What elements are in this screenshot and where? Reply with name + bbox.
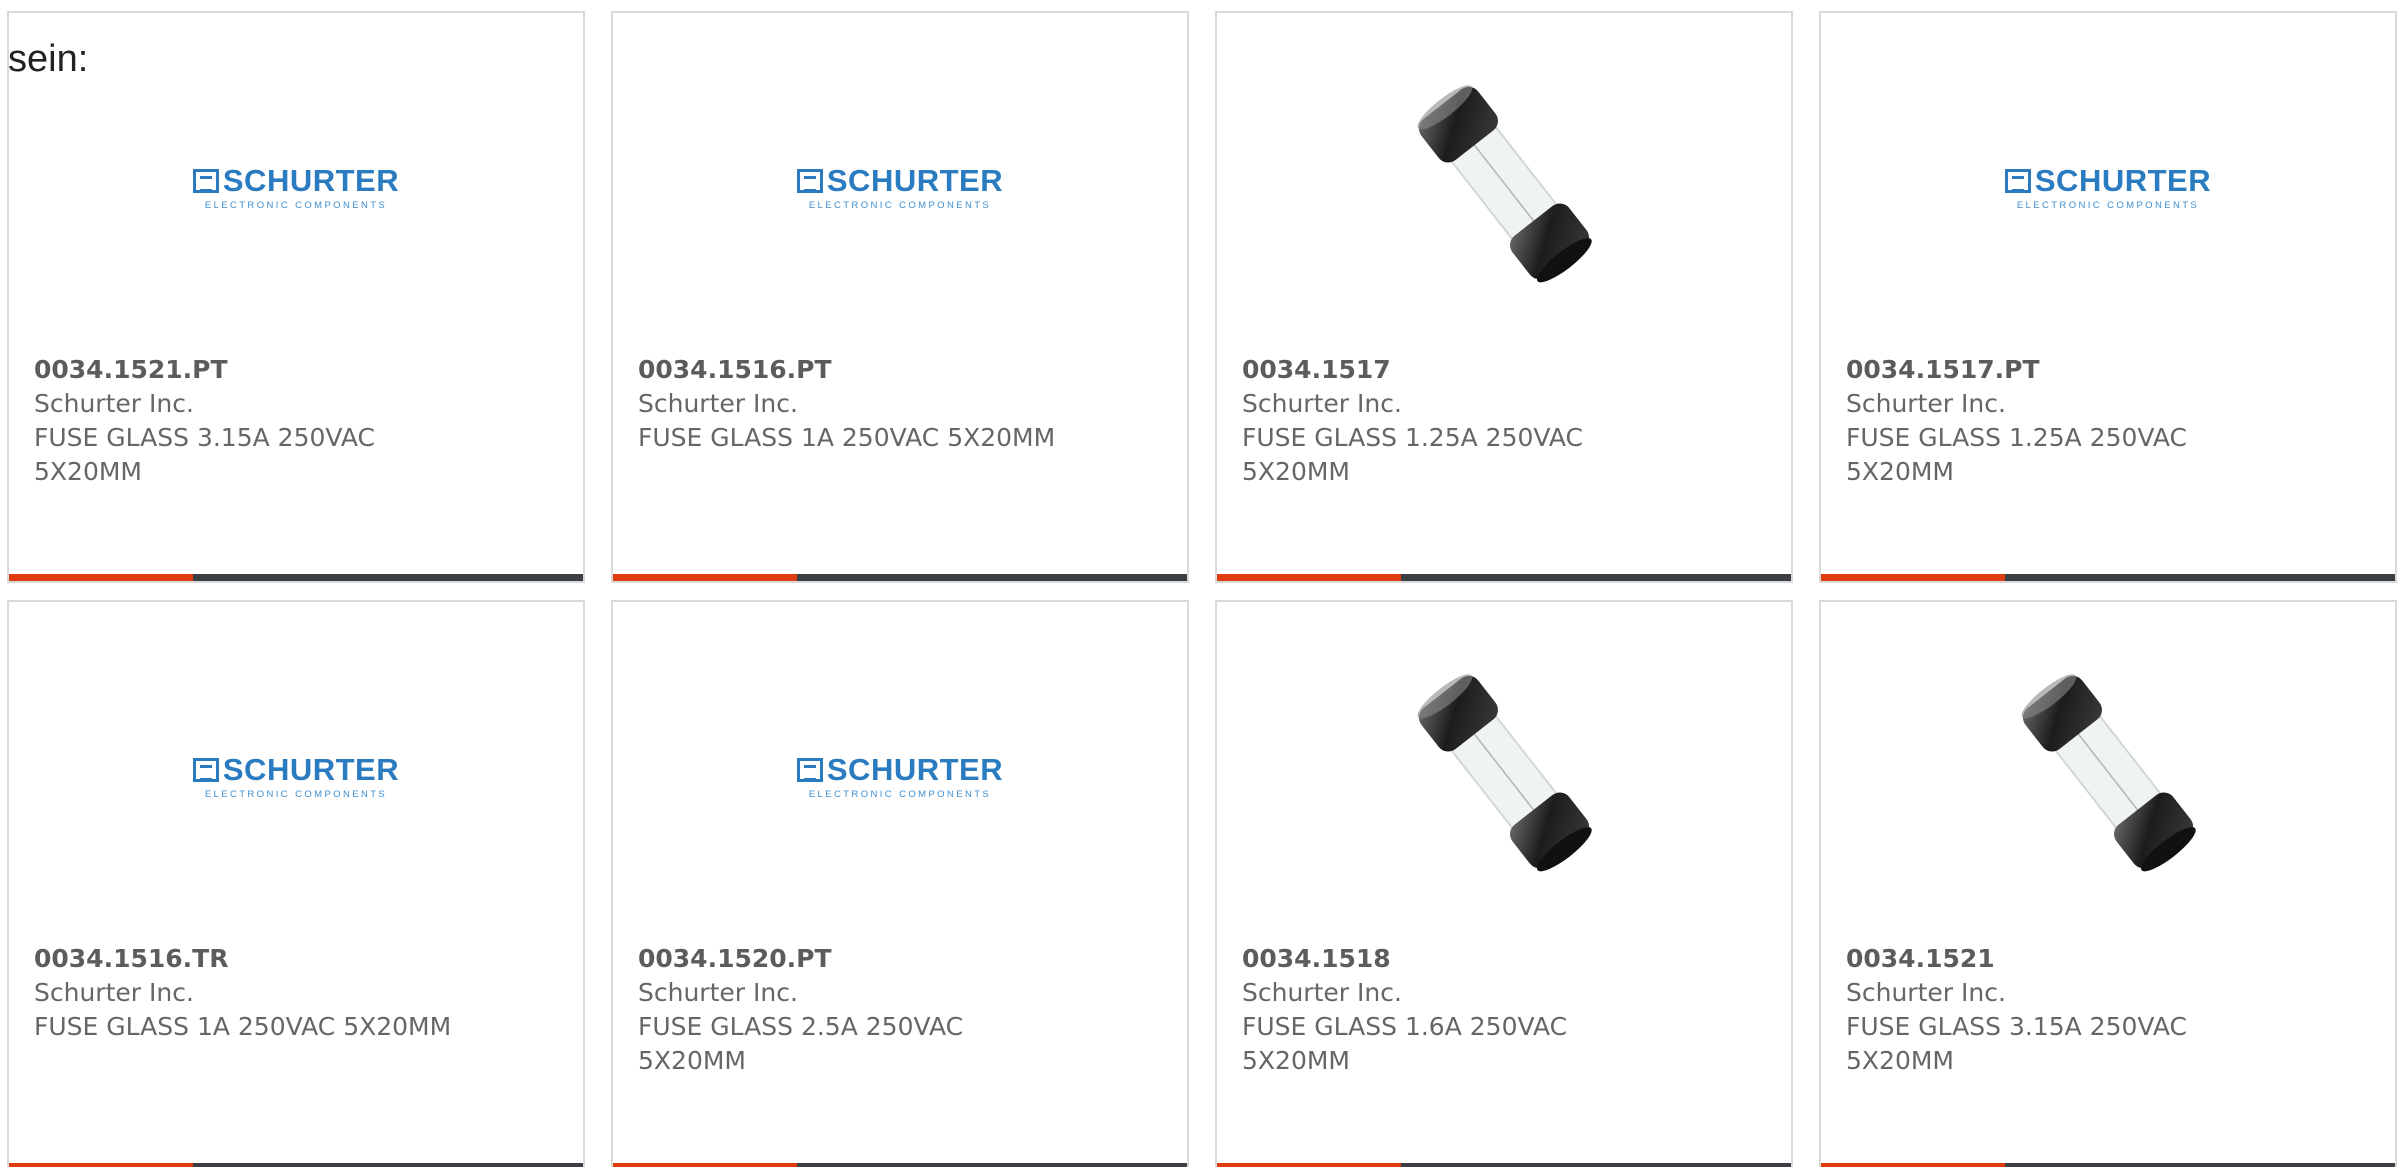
card-accent-bar-track [1401, 1163, 1791, 1167]
schurter-logo: SCHURTER ELECTRONIC COMPONENTS [796, 752, 1004, 800]
card-accent-bar [613, 1163, 1187, 1167]
manufacturer: Schurter Inc. [638, 978, 798, 1007]
glass-fuse-image [1417, 674, 1592, 872]
product-card[interactable]: 0034.1521 Schurter Inc. FUSE GLASS 3.15A… [1819, 600, 2397, 1167]
product-image[interactable] [1217, 602, 1791, 932]
card-accent-bar-highlight [9, 1163, 193, 1167]
part-number-link[interactable]: 0034.1517.PT [1846, 353, 2366, 387]
product-image[interactable]: SCHURTER ELECTRONIC COMPONENTS [9, 602, 583, 932]
product-card[interactable]: SCHURTER ELECTRONIC COMPONENTS 0034.1520… [611, 600, 1189, 1167]
card-accent-bar-track [797, 574, 1187, 581]
product-description: FUSE GLASS 1.25A 250VAC 5X20MM [1242, 423, 1584, 486]
part-number-link[interactable]: 0034.1520.PT [638, 942, 1158, 976]
product-card[interactable]: 0034.1518 Schurter Inc. FUSE GLASS 1.6A … [1215, 600, 1793, 1167]
logo-subtitle: ELECTRONIC COMPONENTS [2016, 200, 2200, 211]
schurter-logo-mark-icon [796, 757, 823, 782]
manufacturer: Schurter Inc. [1846, 978, 2006, 1007]
part-number-link[interactable]: 0034.1521.PT [34, 353, 554, 387]
product-description: FUSE GLASS 2.5A 250VAC 5X20MM [638, 1012, 964, 1075]
logo-wordmark: SCHURTER [2034, 163, 2212, 198]
part-number-link[interactable]: 0034.1517 [1242, 353, 1762, 387]
product-info: 0034.1521.PT Schurter Inc. FUSE GLASS 3.… [34, 353, 554, 489]
card-accent-bar-highlight [613, 574, 797, 581]
manufacturer: Schurter Inc. [1846, 389, 2006, 418]
product-card[interactable]: SCHURTER ELECTRONIC COMPONENTS 0034.1521… [7, 11, 585, 583]
card-accent-bar [9, 574, 583, 581]
product-description: FUSE GLASS 1A 250VAC 5X20MM [638, 423, 1056, 452]
card-accent-bar [1217, 1163, 1791, 1167]
product-grid-page: sein: SCHURTER ELECTRONIC COMPONENTS 003… [0, 0, 2400, 1167]
logo-subtitle: ELECTRONIC COMPONENTS [204, 200, 388, 211]
manufacturer: Schurter Inc. [34, 978, 194, 1007]
product-card[interactable]: SCHURTER ELECTRONIC COMPONENTS 0034.1517… [1819, 11, 2397, 583]
product-info: 0034.1516.PT Schurter Inc. FUSE GLASS 1A… [638, 353, 1158, 455]
logo-subtitle: ELECTRONIC COMPONENTS [808, 789, 992, 800]
product-description: FUSE GLASS 1A 250VAC 5X20MM [34, 1012, 452, 1041]
logo-wordmark: SCHURTER [826, 752, 1004, 787]
part-number-link[interactable]: 0034.1521 [1846, 942, 2366, 976]
part-number-link[interactable]: 0034.1518 [1242, 942, 1762, 976]
product-description: FUSE GLASS 3.15A 250VAC 5X20MM [1846, 1012, 2188, 1075]
product-info: 0034.1518 Schurter Inc. FUSE GLASS 1.6A … [1242, 942, 1762, 1078]
product-info: 0034.1517 Schurter Inc. FUSE GLASS 1.25A… [1242, 353, 1762, 489]
manufacturer: Schurter Inc. [34, 389, 194, 418]
card-accent-bar-track [797, 1163, 1187, 1167]
schurter-logo: SCHURTER ELECTRONIC COMPONENTS [192, 752, 400, 800]
manufacturer: Schurter Inc. [638, 389, 798, 418]
logo-wordmark: SCHURTER [222, 752, 400, 787]
card-accent-bar-track [193, 574, 583, 581]
logo-subtitle: ELECTRONIC COMPONENTS [204, 789, 388, 800]
card-accent-bar-highlight [613, 1163, 797, 1167]
part-number-link[interactable]: 0034.1516.TR [34, 942, 554, 976]
card-accent-bar [1217, 574, 1791, 581]
product-image[interactable] [1821, 602, 2395, 932]
schurter-logo-mark-icon [2004, 168, 2031, 193]
card-accent-bar-track [193, 1163, 583, 1167]
logo-subtitle: ELECTRONIC COMPONENTS [808, 200, 992, 211]
glass-fuse-image [2021, 674, 2196, 872]
product-image[interactable]: SCHURTER ELECTRONIC COMPONENTS [1821, 13, 2395, 343]
card-accent-bar-highlight [1217, 574, 1401, 581]
product-card[interactable]: SCHURTER ELECTRONIC COMPONENTS 0034.1516… [611, 11, 1189, 583]
product-card[interactable]: 0034.1517 Schurter Inc. FUSE GLASS 1.25A… [1215, 11, 1793, 583]
schurter-logo: SCHURTER ELECTRONIC COMPONENTS [2004, 163, 2212, 211]
card-accent-bar-track [2005, 1163, 2395, 1167]
product-image[interactable]: SCHURTER ELECTRONIC COMPONENTS [613, 602, 1187, 932]
manufacturer: Schurter Inc. [1242, 978, 1402, 1007]
card-accent-bar-highlight [1821, 1163, 2005, 1167]
schurter-logo-mark-icon [192, 757, 219, 782]
card-accent-bar [1821, 574, 2395, 581]
product-image[interactable] [1217, 13, 1791, 343]
product-info: 0034.1516.TR Schurter Inc. FUSE GLASS 1A… [34, 942, 554, 1044]
product-info: 0034.1520.PT Schurter Inc. FUSE GLASS 2.… [638, 942, 1158, 1078]
part-number-link[interactable]: 0034.1516.PT [638, 353, 1158, 387]
product-description: FUSE GLASS 3.15A 250VAC 5X20MM [34, 423, 376, 486]
product-image[interactable]: SCHURTER ELECTRONIC COMPONENTS [9, 13, 583, 343]
manufacturer: Schurter Inc. [1242, 389, 1402, 418]
product-info: 0034.1517.PT Schurter Inc. FUSE GLASS 1.… [1846, 353, 2366, 489]
card-accent-bar [613, 574, 1187, 581]
schurter-logo: SCHURTER ELECTRONIC COMPONENTS [796, 163, 1004, 211]
product-description: FUSE GLASS 1.6A 250VAC 5X20MM [1242, 1012, 1568, 1075]
card-accent-bar-highlight [1821, 574, 2005, 581]
product-image[interactable]: SCHURTER ELECTRONIC COMPONENTS [613, 13, 1187, 343]
schurter-logo-mark-icon [192, 168, 219, 193]
logo-wordmark: SCHURTER [222, 163, 400, 198]
prefix-text: sein: [8, 38, 89, 80]
card-accent-bar-track [1401, 574, 1791, 581]
glass-fuse-image [1417, 85, 1592, 283]
product-info: 0034.1521 Schurter Inc. FUSE GLASS 3.15A… [1846, 942, 2366, 1078]
card-accent-bar-highlight [9, 574, 193, 581]
schurter-logo-mark-icon [796, 168, 823, 193]
card-accent-bar-highlight [1217, 1163, 1401, 1167]
product-description: FUSE GLASS 1.25A 250VAC 5X20MM [1846, 423, 2188, 486]
product-card[interactable]: SCHURTER ELECTRONIC COMPONENTS 0034.1516… [7, 600, 585, 1167]
card-accent-bar [9, 1163, 583, 1167]
schurter-logo: SCHURTER ELECTRONIC COMPONENTS [192, 163, 400, 211]
card-accent-bar [1821, 1163, 2395, 1167]
logo-wordmark: SCHURTER [826, 163, 1004, 198]
card-accent-bar-track [2005, 574, 2395, 581]
